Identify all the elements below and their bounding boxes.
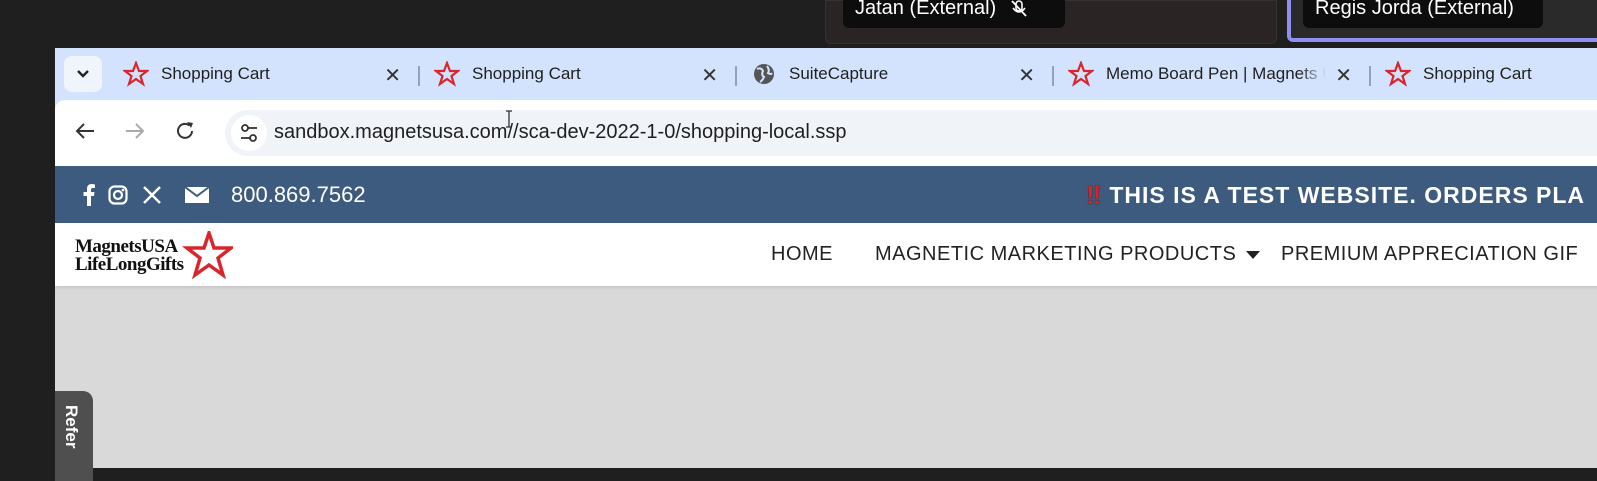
logo-line2: LifeLongGifts [75, 254, 184, 275]
url-text[interactable]: sandbox.magnetsusa.com//sca-dev-2022-1-0… [274, 121, 847, 144]
arrow-right-icon [126, 123, 145, 139]
participant-name-2: Regis Jorda (External) [1303, 0, 1543, 28]
tab-search-button[interactable] [64, 56, 102, 92]
browser-toolbar: sandbox.magnetsusa.com//sca-dev-2022-1-0… [55, 100, 1597, 166]
star-favicon-icon [1385, 61, 1411, 87]
arrow-left-icon [75, 123, 94, 139]
phone-number[interactable]: 800.869.7562 [231, 182, 366, 208]
forward-button[interactable] [121, 120, 149, 148]
participant-name-text-1: Jatan (External) [855, 0, 997, 19]
tab-separator [1369, 66, 1371, 86]
reload-icon [177, 122, 193, 139]
logo-star-icon [181, 231, 233, 279]
tab-memo-board-pen[interactable]: Memo Board Pen | Magnets U ✕ [1058, 56, 1364, 92]
mic-off-icon [1010, 0, 1028, 18]
site-logo[interactable]: MagnetsUSA LifeLongGifts [75, 231, 235, 279]
tab-shopping-cart-2[interactable]: Shopping Cart ✕ [424, 56, 730, 92]
tab-separator [418, 66, 420, 86]
tab-close-icon[interactable]: ✕ [384, 63, 401, 88]
site-navbar: MagnetsUSA LifeLongGifts HOME MAGNETIC M… [55, 223, 1597, 286]
tab-close-icon[interactable]: ✕ [1018, 63, 1035, 88]
promo-bar: 800.869.7562 !! THIS IS A TEST WEBSITE. … [55, 166, 1597, 223]
refer-side-tab[interactable]: Refer [55, 391, 93, 481]
reload-button[interactable] [171, 120, 199, 148]
back-button[interactable] [71, 120, 99, 148]
star-favicon-icon [1068, 61, 1094, 87]
nav-premium-appreciation-gifts[interactable]: PREMIUM APPRECIATION GIF [1281, 243, 1578, 266]
instagram-icon[interactable] [107, 181, 129, 209]
tab-close-icon[interactable]: ✕ [1335, 63, 1352, 88]
star-favicon-icon [123, 61, 149, 87]
tab-close-icon[interactable]: ✕ [701, 63, 718, 88]
tab-title: Shopping Cart [472, 64, 581, 83]
site-settings-icon[interactable] [231, 115, 267, 151]
x-twitter-icon[interactable] [141, 181, 163, 209]
caret-down-icon [1246, 250, 1261, 259]
tab-title: SuiteCapture [789, 64, 889, 83]
participant-name-text-2: Regis Jorda (External) [1315, 0, 1514, 19]
tab-title: Shopping Cart [1423, 64, 1532, 83]
tab-separator [735, 66, 737, 86]
web-page: 800.869.7562 !! THIS IS A TEST WEBSITE. … [55, 166, 1597, 481]
tab-strip: Shopping Cart ✕ Shopping Cart ✕ SuiteCap… [55, 48, 1597, 100]
nav-magnetic-label: MAGNETIC MARKETING PRODUCTS [875, 243, 1237, 265]
double-exclamation-icon: !! [1086, 180, 1101, 210]
tab-suitecapture[interactable]: SuiteCapture ✕ [741, 56, 1047, 92]
meeting-top-bar: Jatan (External) Regis Jorda (External) [0, 0, 1597, 48]
test-website-banner: !! THIS IS A TEST WEBSITE. ORDERS PLA [1086, 180, 1585, 211]
facebook-icon[interactable] [79, 181, 99, 209]
star-favicon-icon [434, 61, 460, 87]
participant-name-1: Jatan (External) [843, 0, 1065, 28]
email-icon[interactable] [183, 181, 211, 209]
tab-shopping-cart-1[interactable]: Shopping Cart ✕ [113, 56, 413, 92]
banner-text: THIS IS A TEST WEBSITE. ORDERS PLA [1109, 182, 1586, 208]
tab-title: Memo Board Pen | Magnets U [1106, 64, 1326, 83]
browser-window: Shopping Cart ✕ Shopping Cart ✕ SuiteCap… [55, 48, 1597, 481]
nav-home[interactable]: HOME [771, 243, 833, 266]
address-bar[interactable]: sandbox.magnetsusa.com//sca-dev-2022-1-0… [225, 110, 1597, 156]
tab-title: Shopping Cart [161, 64, 270, 83]
text-cursor-icon [506, 110, 512, 128]
tab-shopping-cart-3[interactable]: Shopping Cart [1375, 56, 1597, 92]
refer-label: Refer [62, 405, 81, 449]
tab-separator [1052, 66, 1054, 86]
nav-magnetic-marketing-products[interactable]: MAGNETIC MARKETING PRODUCTS [875, 243, 1261, 266]
chevron-down-icon [77, 70, 89, 78]
globe-favicon-icon [754, 64, 774, 84]
